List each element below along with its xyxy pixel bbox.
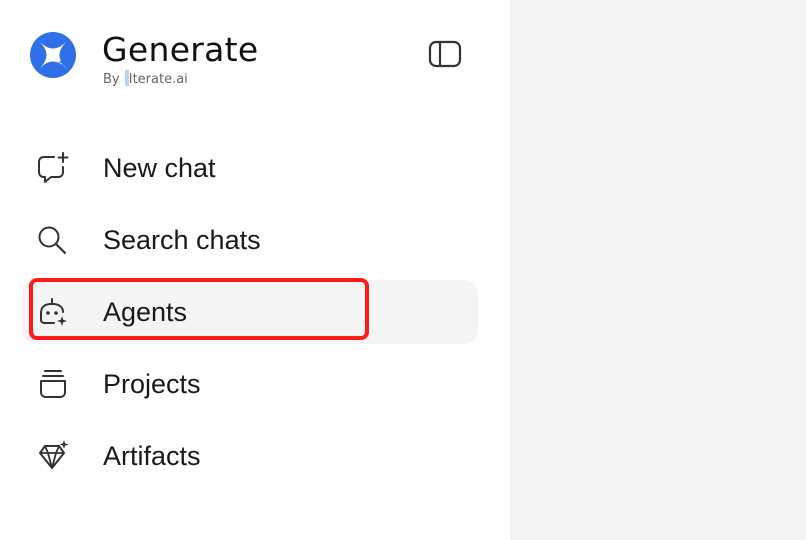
nav-item-agents[interactable]: Agents [22,280,478,344]
nav-item-artifacts[interactable]: Artifacts [22,424,478,488]
agent-bot-icon [36,296,70,328]
sparkle-star-icon[interactable] [29,31,77,79]
nav-item-projects[interactable]: Projects [22,352,478,416]
sidebar: Generate By Iterate.ai New chat Search c… [0,0,510,540]
projects-stack-icon [36,368,70,400]
nav-item-label: Search chats [103,225,261,255]
brand-title: Generate [102,30,259,69]
nav-item-label: Projects [103,369,201,399]
nav-item-label: Artifacts [103,441,201,471]
nav-item-new-chat[interactable]: New chat [22,136,478,200]
brand-subtitle-name: Iterate.ai [128,72,188,87]
nav-item-search-chats[interactable]: Search chats [22,208,478,272]
new-chat-icon [36,152,70,184]
sidebar-toggle-icon [428,40,462,73]
sidebar-toggle-button[interactable] [425,38,465,74]
brand-subtitle: By Iterate.ai [103,70,188,89]
nav-item-label: New chat [103,153,216,183]
main-content-area [510,0,806,540]
diamond-sparkle-icon [36,440,70,472]
nav-item-label: Agents [103,297,188,327]
search-icon [36,224,70,256]
brand-subtitle-prefix: By [103,72,124,87]
